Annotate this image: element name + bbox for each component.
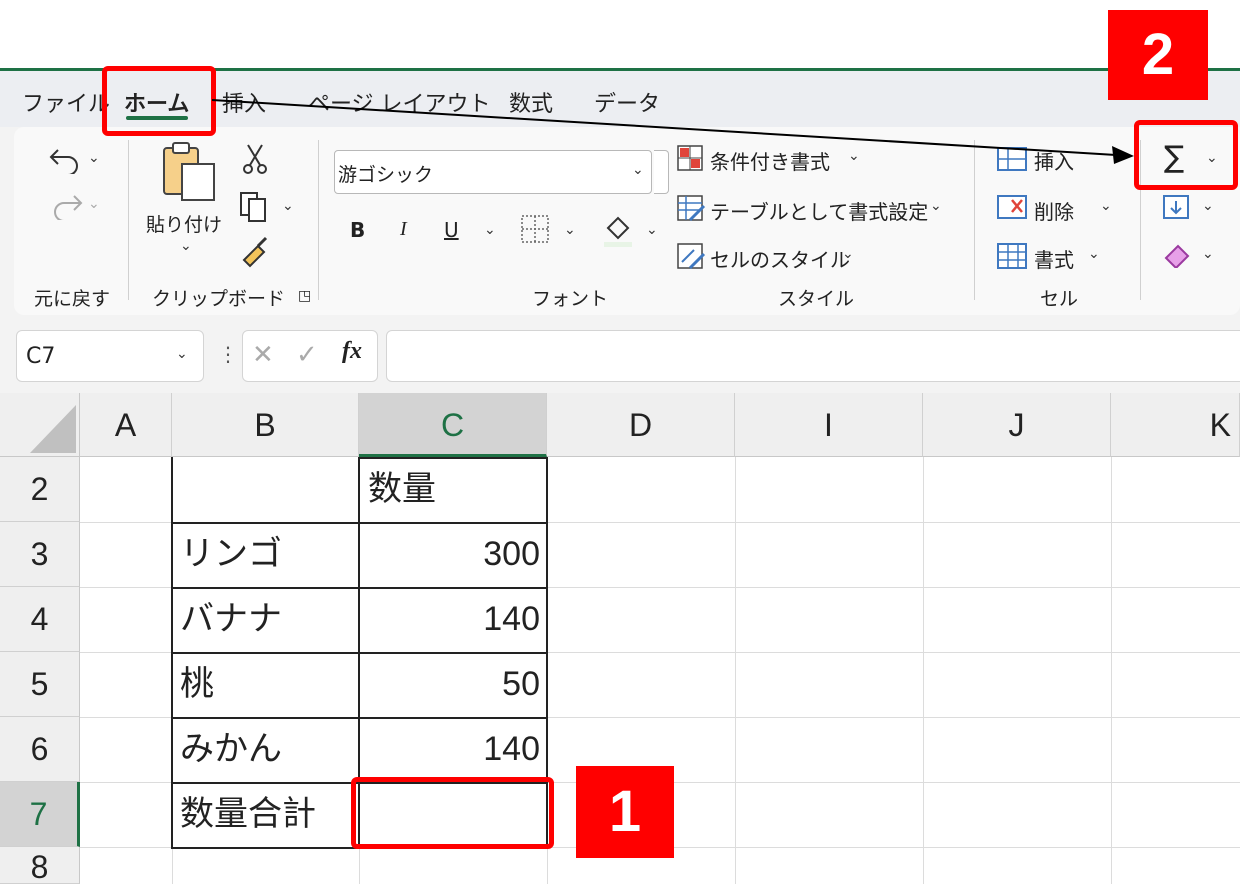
arrow-to-autosum bbox=[211, 99, 1134, 164]
